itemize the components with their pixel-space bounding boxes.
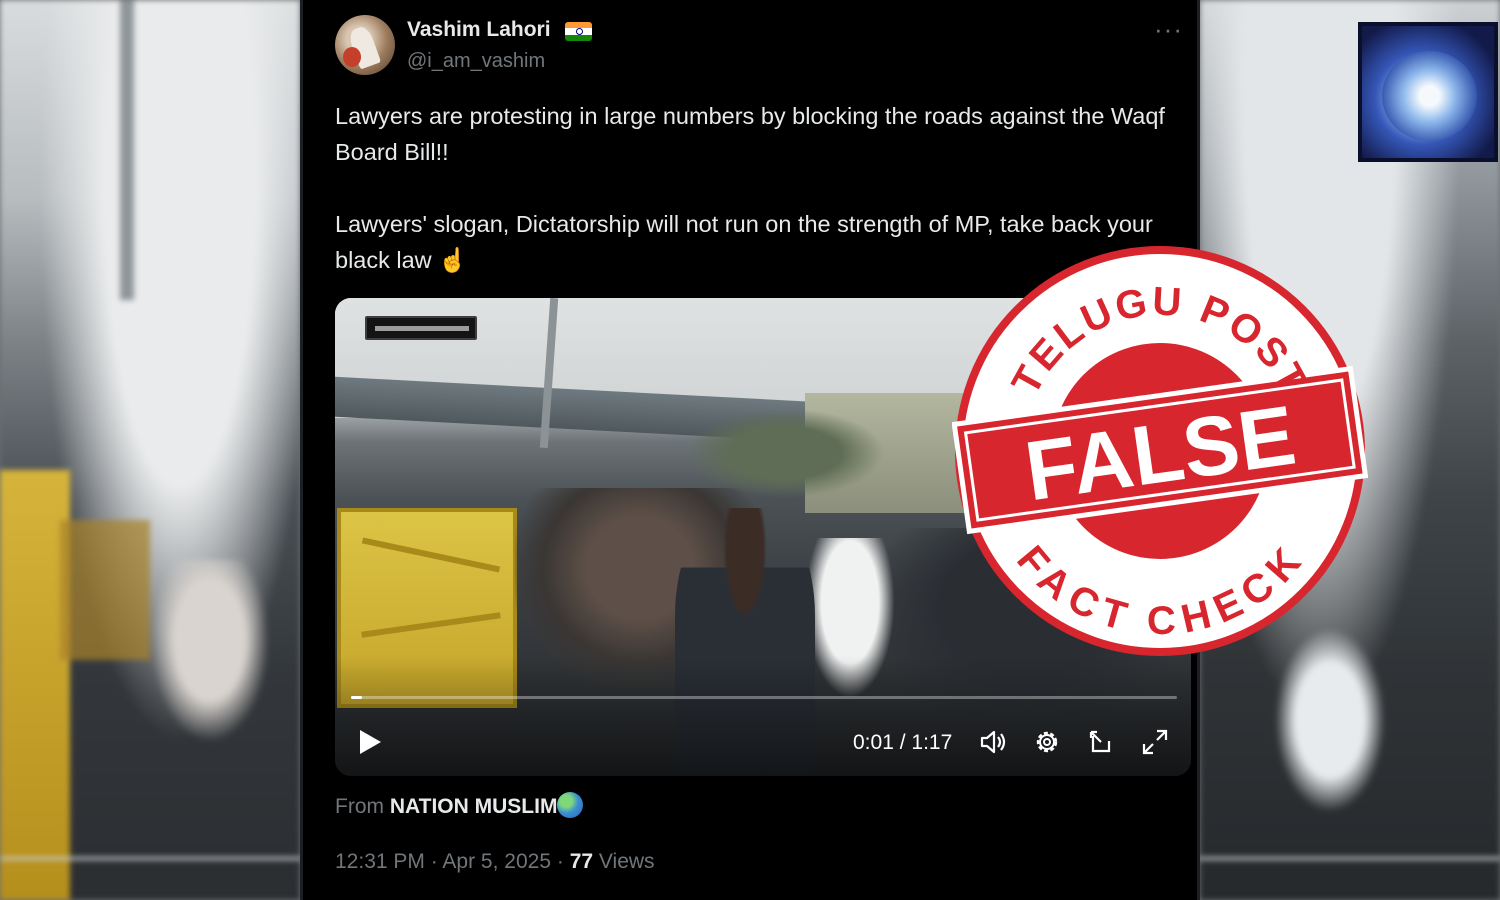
india-flag-icon: [565, 22, 592, 41]
current-time: 0:01: [853, 731, 894, 754]
duration: 1:17: [911, 731, 953, 754]
tweet-date[interactable]: Apr 5, 2025: [442, 850, 551, 873]
time-separator: /: [899, 731, 906, 754]
meta-dot: ·: [556, 850, 564, 873]
popout-icon[interactable]: [1085, 726, 1117, 758]
from-label: From: [335, 795, 384, 818]
source-attribution: From NATION MUSLIM: [335, 792, 584, 819]
volume-icon[interactable]: [977, 726, 1009, 758]
tweet-meta: 12:31 PM · Apr 5, 2025 · 77 Views: [335, 850, 655, 874]
video-progress-fill: [351, 696, 362, 699]
video-watermark-badge: [365, 316, 477, 340]
channel-logo-icon: [1358, 22, 1498, 162]
play-icon[interactable]: [357, 728, 383, 756]
globe-icon: [557, 792, 584, 818]
more-options-icon[interactable]: ···: [1154, 14, 1183, 45]
tweet-paragraph: Lawyers are protesting in large numbers …: [335, 103, 1165, 165]
background-left-blur: [0, 0, 300, 900]
user-handle[interactable]: @i_am_vashim: [407, 50, 545, 73]
settings-icon[interactable]: [1031, 726, 1063, 758]
avatar[interactable]: [335, 15, 395, 75]
source-name-link[interactable]: NATION MUSLIM: [390, 795, 558, 818]
false-fact-check-stamp: FALSE TELUGU POST FACT CHECK: [951, 246, 1369, 656]
views-label: Views: [598, 850, 655, 873]
display-name[interactable]: Vashim Lahori: [407, 18, 551, 42]
fullscreen-icon[interactable]: [1139, 726, 1171, 758]
meta-dot: ·: [430, 850, 438, 873]
video-progress-bar[interactable]: [351, 696, 1177, 699]
views-count: 77: [569, 850, 594, 873]
tweet-time[interactable]: 12:31 PM: [335, 850, 425, 873]
video-time: 0:01 / 1:17: [853, 731, 952, 755]
